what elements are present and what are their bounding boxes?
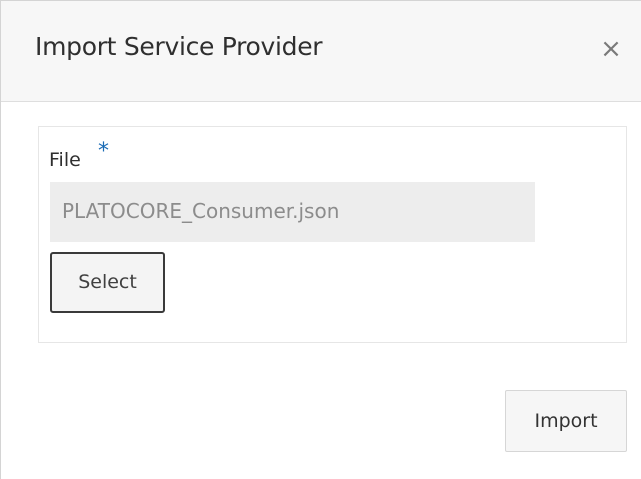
file-label: File (49, 149, 81, 171)
dialog-title: Import Service Provider (35, 32, 323, 61)
file-name-field[interactable]: PLATOCORE_Consumer.json (50, 182, 535, 242)
import-service-provider-dialog: Import Service Provider × File * PLATOCO… (0, 0, 641, 479)
dialog-header: Import Service Provider × (1, 1, 641, 102)
import-button[interactable]: Import (505, 390, 627, 452)
close-icon[interactable]: × (593, 31, 629, 67)
select-file-button[interactable]: Select (50, 252, 165, 313)
required-marker: * (98, 139, 109, 164)
